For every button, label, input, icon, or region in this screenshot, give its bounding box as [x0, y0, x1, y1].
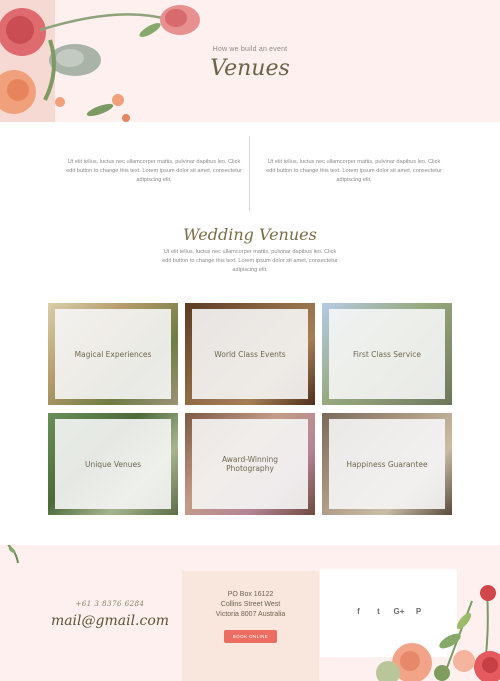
- hero-banner: How we build an event Venues: [0, 0, 500, 122]
- floral-decoration: [376, 585, 500, 681]
- intro-text-left: Ut elit tellus, luctus nec ullamcorper m…: [66, 159, 242, 183]
- venue-card-award-winning-photography[interactable]: Award-Winning Photography: [185, 413, 315, 515]
- address-line: Victoria 8007 Australia: [215, 611, 286, 618]
- venue-card-unique-venues[interactable]: Unique Venues: [48, 413, 178, 515]
- contact-block: +61 3 8376 6284 mail@gmail.com: [40, 600, 180, 629]
- venue-card-happiness-guarantee[interactable]: Happiness Guarantee: [322, 413, 452, 515]
- intro-text-right: Ut elit tellus, luctus nec ullamcorper m…: [266, 159, 442, 183]
- venue-card-label: Award-Winning Photography: [221, 455, 279, 473]
- venue-card-world-class-events[interactable]: World Class Events: [185, 303, 315, 405]
- column-divider: [249, 136, 250, 211]
- email-link[interactable]: mail@gmail.com: [40, 613, 180, 629]
- venue-card-label: World Class Events: [214, 349, 286, 359]
- address-line: PO Box 16122: [227, 591, 274, 598]
- venue-card-magical-experiences[interactable]: Magical Experiences: [48, 303, 178, 405]
- venue-card-label: Unique Venues: [84, 459, 142, 469]
- address-line: Collins Street West: [220, 601, 281, 608]
- venue-card-first-class-service[interactable]: First Class Service: [322, 303, 452, 405]
- hero-pretitle: How we build an event: [212, 46, 288, 53]
- facebook-icon[interactable]: f: [354, 607, 364, 616]
- leaf-decoration: [7, 545, 19, 564]
- page-title: Venues: [210, 56, 290, 81]
- section-text: Ut elit tellus, luctus nec ullamcorper m…: [162, 249, 338, 273]
- footer: +61 3 8376 6284 mail@gmail.com PO Box 16…: [0, 545, 500, 681]
- venue-card-label: Happiness Guarantee: [346, 459, 428, 469]
- book-online-button[interactable]: BOOK ONLINE: [223, 630, 278, 643]
- phone-number[interactable]: +61 3 8376 6284: [40, 600, 180, 608]
- address-block: PO Box 16122 Collins Street West Victori…: [182, 571, 319, 681]
- venue-card-label: Magical Experiences: [74, 349, 152, 359]
- section-title: Wedding Venues: [183, 225, 317, 244]
- venue-card-label: First Class Service: [352, 349, 421, 359]
